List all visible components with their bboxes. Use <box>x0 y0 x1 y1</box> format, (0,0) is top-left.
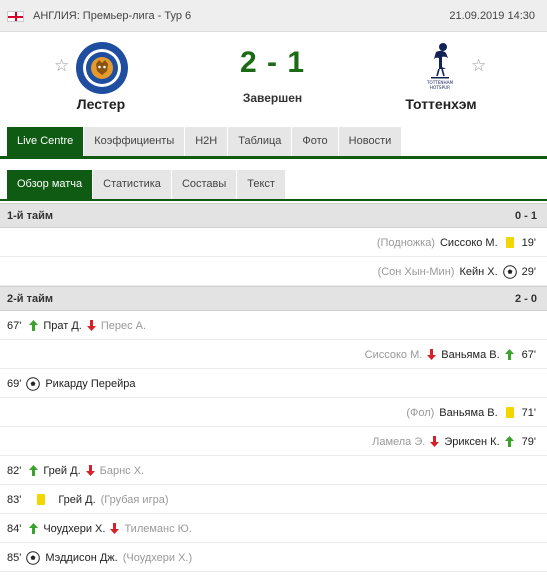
sub-out-arrow-icon <box>430 436 440 447</box>
half-score: 2 - 0 <box>514 293 537 305</box>
match-datetime: 21.09.2019 14:30 <box>449 10 535 22</box>
player-name[interactable]: Ваньяма В. <box>439 407 497 419</box>
sub-tabs: Обзор матча Статистика Составы Текст <box>7 170 286 199</box>
player-name[interactable]: Кейн Х. <box>459 266 497 278</box>
match-score: 2 - 1 <box>239 46 306 79</box>
event-minute: 19' <box>521 236 536 249</box>
event-minute: 69' <box>7 377 22 390</box>
player-out-name[interactable]: Тилеманс Ю. <box>124 523 191 535</box>
event-detail: (Фол) <box>406 406 435 419</box>
event-row: 69' Рикарду Перейра <box>0 369 547 398</box>
event-row: 67' Прат Д. Перес А. <box>0 311 547 340</box>
sub-in-arrow-icon <box>29 465 39 476</box>
yellow-card-icon <box>505 237 514 248</box>
event-row: Сиссоко М. Ваньяма В. 67' <box>0 340 547 369</box>
event-minute: 79' <box>521 435 536 448</box>
home-team-name[interactable]: Лестер <box>41 96 161 112</box>
half-score: 0 - 1 <box>514 210 537 222</box>
event-row: (Подножка) Сиссоко М. 19' <box>0 228 547 257</box>
sub-in-arrow-icon <box>29 523 39 534</box>
tab-photo[interactable]: Фото <box>292 127 339 156</box>
ball-icon <box>26 550 41 565</box>
tab-statistics[interactable]: Статистика <box>93 170 172 199</box>
player-in-name[interactable]: Ваньяма В. <box>441 349 499 361</box>
half-label: 2-й тайм <box>7 293 54 305</box>
event-minute: 82' <box>7 464 22 477</box>
sub-in-arrow-icon <box>504 436 514 447</box>
tab-match-summary[interactable]: Обзор матча <box>7 170 94 199</box>
svg-text:HOTSPUR: HOTSPUR <box>430 85 450 90</box>
away-team-name[interactable]: Тоттенхэм <box>381 96 501 112</box>
yellow-card-icon <box>37 494 46 505</box>
favorite-star-icon[interactable]: ☆ <box>54 57 69 74</box>
main-tabs-underline <box>0 156 547 159</box>
match-header: ☆ Лестер 2 - 1 Завершен TOTTENHAM HOTSPU… <box>0 32 547 124</box>
yellow-card-icon <box>505 407 514 418</box>
match-status: Завершен <box>242 91 303 105</box>
tab-odds[interactable]: Коэффициенты <box>84 127 186 156</box>
england-flag-icon <box>7 11 24 22</box>
event-row: 83' Грей Д. (Грубая игра) <box>0 485 547 514</box>
sub-tabs-underline <box>0 199 547 201</box>
player-name[interactable]: Рикарду Перейра <box>45 378 135 390</box>
league-round-label[interactable]: АНГЛИЯ: Премьер-лига - Тур 6 <box>33 10 191 22</box>
half-header: 2-й тайм 2 - 0 <box>0 286 547 311</box>
event-row: (Фол) Ваньяма В. 71' <box>0 398 547 427</box>
player-name[interactable]: Сиссоко М. <box>440 237 498 249</box>
tab-live-centre[interactable]: Live Centre <box>7 127 85 156</box>
player-out-name[interactable]: Барнс Х. <box>100 465 144 477</box>
tab-lineups[interactable]: Составы <box>171 170 238 199</box>
event-minute: 67' <box>7 319 22 332</box>
event-minute: 83' <box>7 493 22 506</box>
player-in-name[interactable]: Прат Д. <box>43 320 82 332</box>
half-label: 1-й тайм <box>7 210 54 222</box>
ball-icon <box>502 264 517 279</box>
player-out-name[interactable]: Ламела Э. <box>372 436 425 448</box>
half-header: 1-й тайм 0 - 1 <box>0 203 547 228</box>
event-minute: 67' <box>521 348 536 361</box>
event-minute: 85' <box>7 551 22 564</box>
event-minute: 71' <box>521 406 536 419</box>
sub-in-arrow-icon <box>504 349 514 360</box>
leicester-crest-icon[interactable] <box>74 40 130 96</box>
sub-out-arrow-icon <box>427 349 437 360</box>
event-minute: 84' <box>7 522 22 535</box>
sub-out-arrow-icon <box>86 320 96 331</box>
tab-news[interactable]: Новости <box>338 127 403 156</box>
event-detail: (Сон Хын-Мин) <box>377 265 455 278</box>
sub-out-arrow-icon <box>110 523 120 534</box>
tottenham-crest-icon[interactable]: TOTTENHAM HOTSPUR <box>412 38 468 94</box>
player-in-name[interactable]: Эриксен К. <box>444 436 499 448</box>
match-info-bar: АНГЛИЯ: Премьер-лига - Тур 6 21.09.2019 … <box>0 0 547 32</box>
player-in-name[interactable]: Чоудхери Х. <box>43 523 105 535</box>
sub-out-arrow-icon <box>85 465 95 476</box>
event-row: 85' Мэддисон Дж. (Чоудхери Х.) <box>0 543 547 572</box>
tab-h2h[interactable]: H2H <box>185 127 229 156</box>
player-out-name[interactable]: Сиссоко М. <box>365 349 423 361</box>
event-row: (Сон Хын-Мин) Кейн Х. 29' <box>0 257 547 286</box>
player-name[interactable]: Мэддисон Дж. <box>45 552 117 564</box>
event-row: Ламела Э. Эриксен К. 79' <box>0 427 547 456</box>
ball-icon <box>26 376 41 391</box>
event-row: 84' Чоудхери Х. Тилеманс Ю. <box>0 514 547 543</box>
main-tabs: Live Centre Коэффициенты H2H Таблица Фот… <box>7 127 403 156</box>
sub-in-arrow-icon <box>29 320 39 331</box>
player-out-name[interactable]: Перес А. <box>101 320 146 332</box>
tab-commentary[interactable]: Текст <box>237 170 286 199</box>
event-row: 82' Грей Д. Барнс Х. <box>0 456 547 485</box>
player-name[interactable]: Грей Д. <box>58 494 95 506</box>
player-in-name[interactable]: Грей Д. <box>43 465 80 477</box>
event-detail: (Подножка) <box>376 236 435 249</box>
event-minute: 29' <box>521 265 536 278</box>
favorite-star-icon[interactable]: ☆ <box>471 57 486 74</box>
tab-table[interactable]: Таблица <box>228 127 293 156</box>
event-detail: (Грубая игра) <box>100 493 169 506</box>
event-detail: (Чоудхери Х.) <box>122 551 193 564</box>
